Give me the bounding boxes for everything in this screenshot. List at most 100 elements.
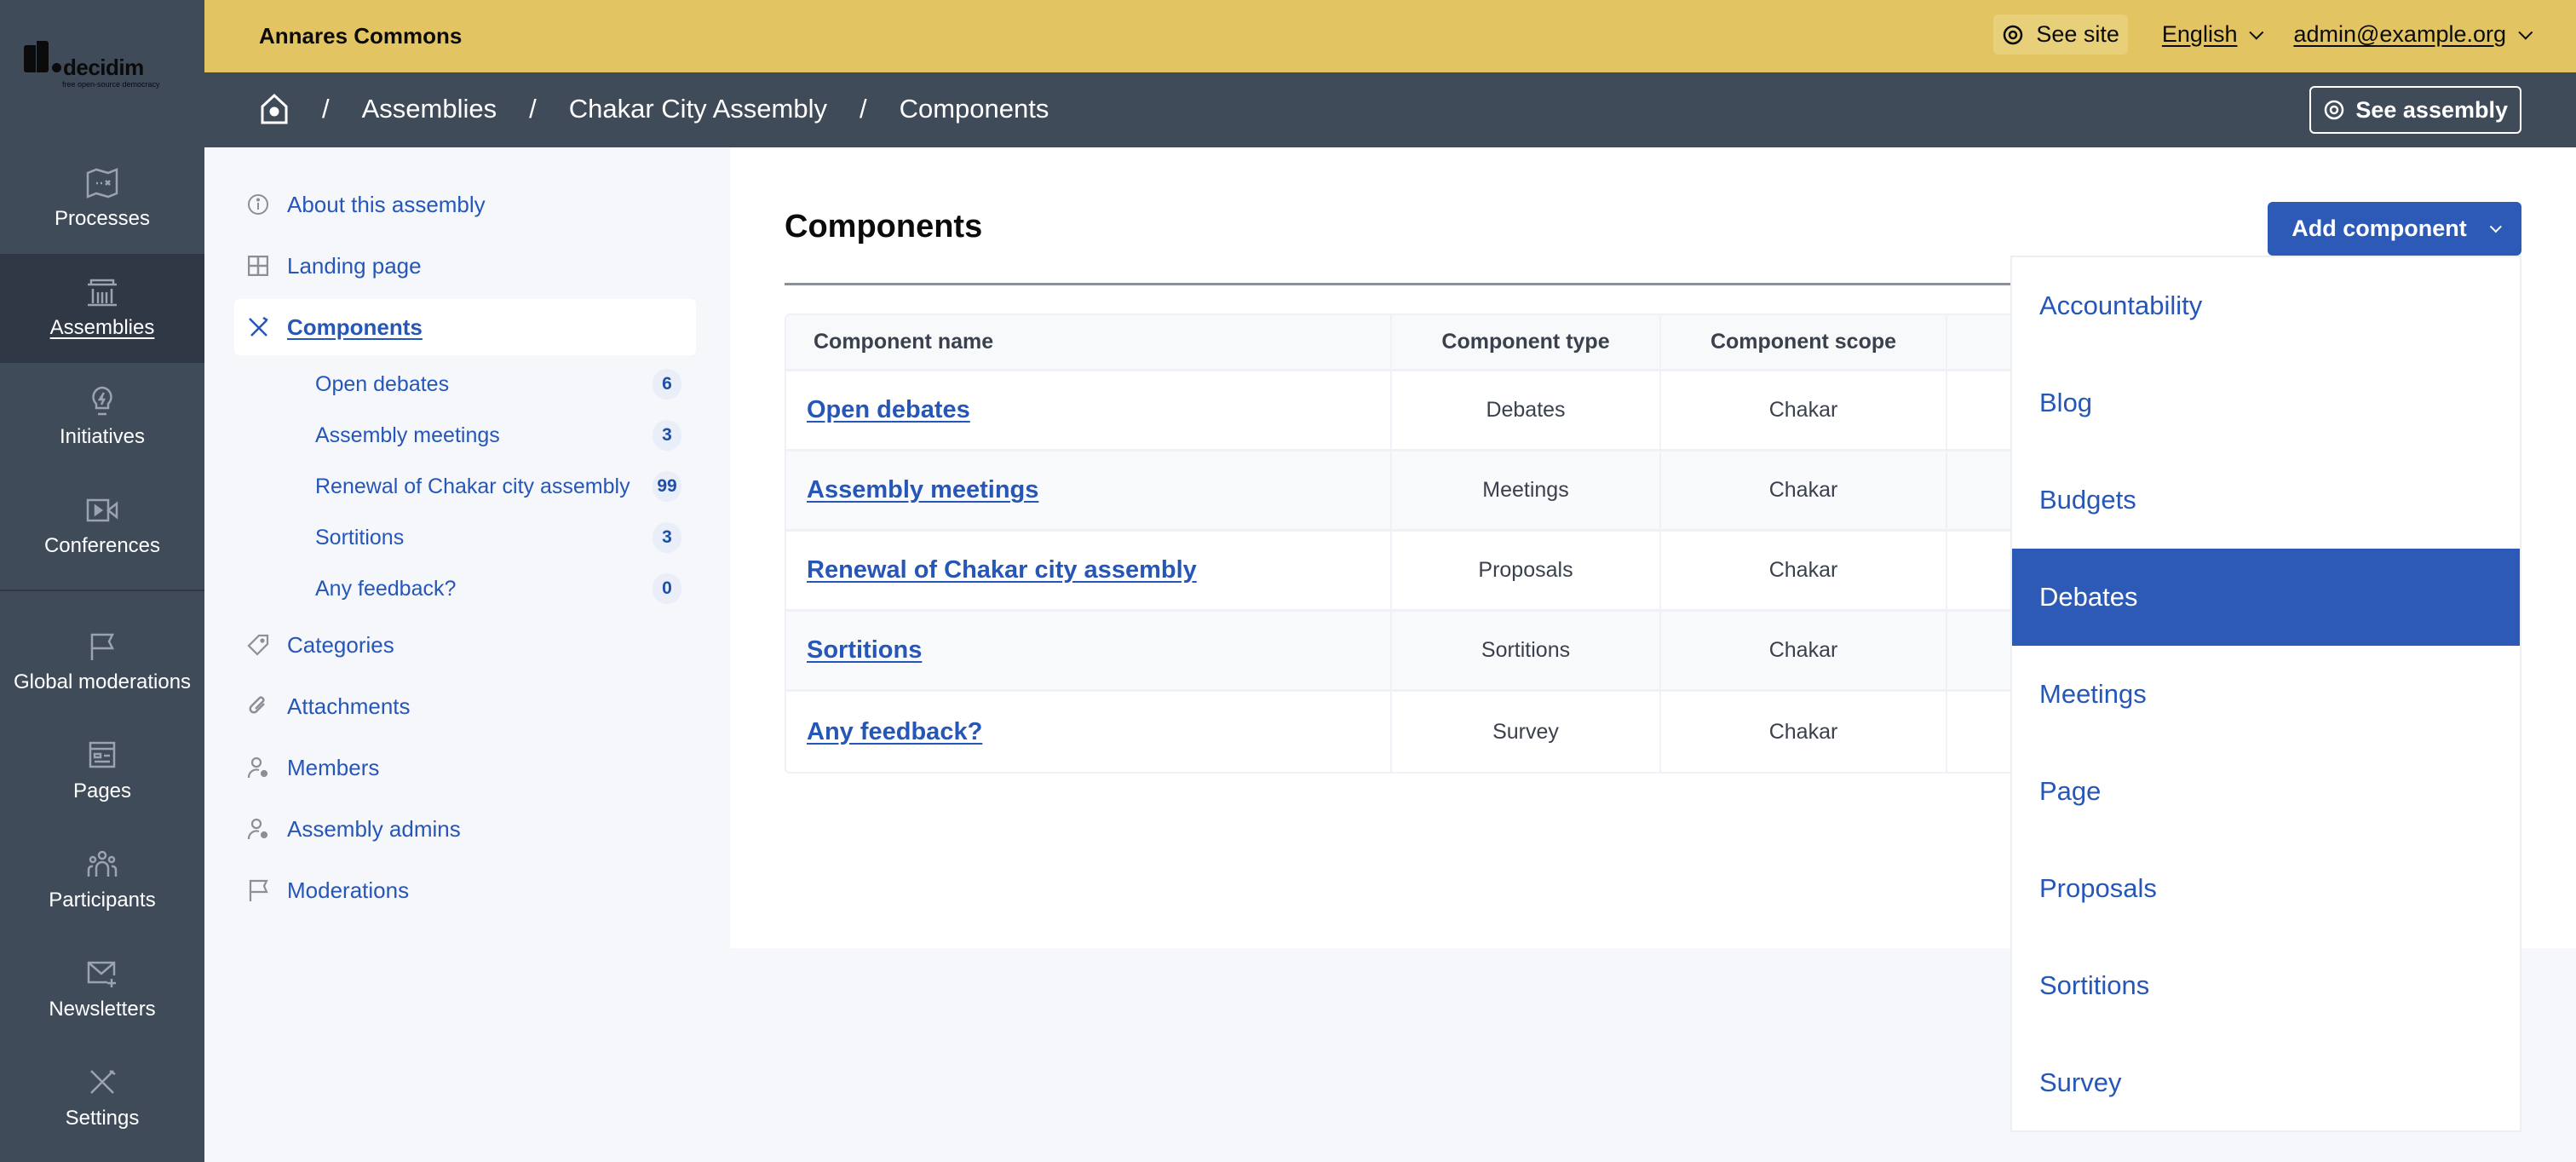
subnav-about[interactable]: About this assembly (234, 176, 696, 233)
user-email: admin@example.org (2293, 21, 2506, 47)
app-nav-processes[interactable]: Processes (0, 145, 204, 254)
component-link[interactable]: Renewal of Chakar city assembly (807, 556, 1197, 584)
see-assembly-button[interactable]: See assembly (2309, 86, 2521, 134)
app-nav-settings[interactable]: Settings (0, 1044, 204, 1153)
dropdown-item-budgets[interactable]: Budgets (2012, 452, 2520, 549)
breadcrumb-current: Components (899, 94, 1049, 124)
nav-label: Pages (72, 779, 132, 802)
app-nav-global-moderations[interactable]: Global moderations (0, 608, 204, 717)
subnav-label: Components (287, 314, 423, 340)
subnav-label: Moderations (287, 877, 410, 903)
page-title: Components (785, 209, 983, 244)
add-component-label: Add component (2291, 216, 2467, 241)
app-nav-conferences[interactable]: Conferences (0, 472, 204, 581)
cell-name: Assembly meetings (786, 452, 1392, 529)
subnav-label: Assembly admins (287, 815, 461, 842)
header-component-name[interactable]: Component name (786, 315, 1392, 369)
dropdown-item-meetings[interactable]: Meetings (2012, 646, 2520, 743)
app-nav-participants[interactable]: Participants (0, 826, 204, 935)
subnav-attachments[interactable]: Attachments (234, 678, 696, 734)
cell-type: Debates (1392, 371, 1661, 449)
header-component-type[interactable]: Component type (1392, 315, 1661, 369)
chevron-down-icon (2249, 25, 2264, 40)
tools-icon (90, 1069, 116, 1094)
video-icon (86, 498, 118, 522)
add-component-dropdown: Accountability Blog Budgets Debates Meet… (2010, 256, 2521, 1132)
top-bar-actions: See site English admin@example.org (1993, 14, 2533, 55)
app-nav-assemblies[interactable]: Assemblies (0, 254, 204, 363)
home-gear-icon[interactable] (259, 93, 290, 125)
dropdown-item-page[interactable]: Page (2012, 743, 2520, 840)
nav-label: Global moderations (13, 670, 192, 693)
subnav-component-item[interactable]: Renewal of Chakar city assembly 99 (315, 465, 681, 508)
table-header: Component name Component type Component … (786, 315, 2061, 371)
subnav-categories[interactable]: Categories (234, 617, 696, 673)
user-gear-icon (246, 817, 270, 841)
cell-type: Survey (1392, 692, 1661, 772)
page-icon (89, 741, 116, 768)
language-selector[interactable]: English (2161, 21, 2264, 48)
subnav-label: About this assembly (287, 191, 486, 217)
tag-icon (246, 633, 270, 657)
subnav-label: Categories (287, 631, 394, 658)
cell-type: Meetings (1392, 452, 1661, 529)
cell-name: Sortitions (786, 612, 1392, 689)
header-component-scope[interactable]: Component scope (1661, 315, 1947, 369)
component-label: Renewal of Chakar city assembly (315, 474, 630, 498)
flag-icon (90, 633, 115, 660)
component-link[interactable]: Sortitions (807, 636, 922, 664)
cell-scope: Chakar (1661, 452, 1947, 529)
lightbulb-icon (92, 386, 112, 416)
nav-label: Settings (65, 1107, 140, 1130)
subnav-component-item[interactable]: Open debates 6 (315, 363, 681, 406)
breadcrumb-assembly[interactable]: Chakar City Assembly (569, 94, 827, 124)
app-nav-newsletters[interactable]: Newsletters (0, 935, 204, 1044)
breadcrumb: / Assemblies / Chakar City Assembly / Co… (259, 93, 1049, 125)
mail-plus-icon (87, 961, 116, 987)
subnav-components[interactable]: Components (234, 299, 696, 355)
eye-icon (2004, 25, 2023, 44)
dropdown-item-blog[interactable]: Blog (2012, 354, 2520, 452)
dropdown-item-debates[interactable]: Debates (2012, 549, 2520, 646)
subnav-landing-page[interactable]: Landing page (234, 238, 696, 294)
subnav-label: Landing page (287, 252, 422, 279)
subnav-moderations[interactable]: Moderations (234, 862, 696, 918)
organization-name[interactable]: Annares Commons (259, 23, 462, 49)
subnav-component-item[interactable]: Assembly meetings 3 (315, 414, 681, 457)
breadcrumb-assemblies[interactable]: Assemblies (362, 94, 497, 124)
see-site-label: See site (2036, 21, 2119, 47)
components-table: Component name Component type Component … (785, 314, 2062, 774)
user-menu[interactable]: admin@example.org (2293, 21, 2533, 48)
count-badge: 99 (653, 471, 681, 502)
app-nav-pages[interactable]: Pages (0, 717, 204, 826)
subnav-label: Attachments (287, 693, 411, 719)
dropdown-item-survey[interactable]: Survey (2012, 1034, 2520, 1131)
component-link[interactable]: Open debates (807, 396, 970, 424)
paperclip-icon (246, 694, 270, 718)
decidim-logo[interactable]: decidim free open-source democracy (24, 41, 186, 92)
add-component-button[interactable]: Add component (2268, 202, 2521, 256)
see-site-button[interactable]: See site (1993, 14, 2128, 55)
cell-name: Any feedback? (786, 692, 1392, 772)
breadcrumb-separator: / (529, 94, 537, 124)
nav-label: Initiatives (59, 425, 146, 448)
dropdown-item-sortitions[interactable]: Sortitions (2012, 937, 2520, 1034)
component-link[interactable]: Assembly meetings (807, 476, 1038, 504)
app-nav-initiatives[interactable]: Initiatives (0, 363, 204, 472)
subnav-label: Members (287, 754, 380, 780)
subnav-component-item[interactable]: Sortitions 3 (315, 516, 681, 559)
user-gear-icon (246, 756, 270, 779)
logo-wordmark: decidim (63, 55, 144, 80)
subnav-assembly-admins[interactable]: Assembly admins (234, 801, 696, 857)
dropdown-item-accountability[interactable]: Accountability (2012, 257, 2520, 354)
component-link[interactable]: Any feedback? (807, 718, 982, 746)
nav-label: Processes (54, 207, 151, 230)
subnav-members[interactable]: Members (234, 739, 696, 796)
subnav-component-item[interactable]: Any feedback? 0 (315, 567, 681, 610)
language-label: English (2161, 21, 2238, 47)
info-icon (246, 193, 270, 216)
logo-tagline: free open-source democracy (62, 80, 160, 89)
logo-bar (24, 45, 36, 72)
dropdown-item-proposals[interactable]: Proposals (2012, 840, 2520, 937)
people-icon (87, 850, 118, 877)
